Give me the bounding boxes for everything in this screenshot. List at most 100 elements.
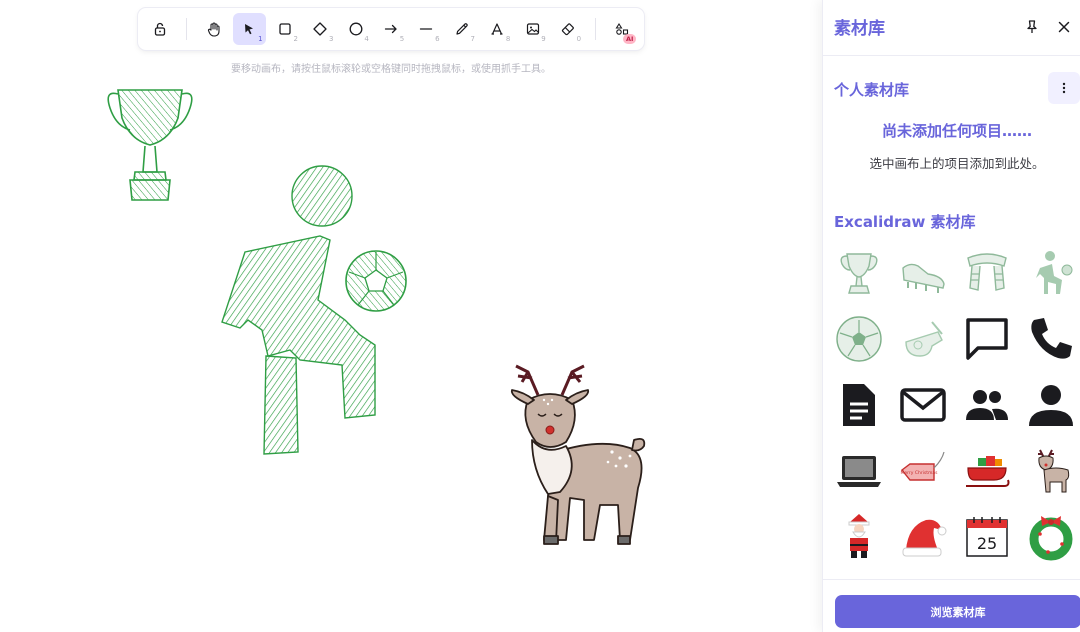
- santa-icon: [848, 514, 870, 558]
- tool-draw[interactable]: 7: [446, 13, 478, 45]
- group-icon: [966, 390, 1008, 420]
- tool-arrow[interactable]: 5: [375, 13, 407, 45]
- pin-icon[interactable]: [1023, 18, 1041, 36]
- library-item-reindeer[interactable]: [1021, 442, 1080, 500]
- library-item-laptop[interactable]: [829, 442, 889, 500]
- tool-image[interactable]: 9: [516, 13, 548, 45]
- tool-hand[interactable]: [198, 13, 230, 45]
- phone-icon: [1031, 318, 1072, 359]
- library-item-mail[interactable]: [893, 376, 953, 434]
- library-item-trophy[interactable]: [829, 244, 889, 302]
- sidebar-title: 素材库: [834, 19, 885, 39]
- library-item-group[interactable]: [957, 376, 1017, 434]
- canvas-hint: 要移动画布，请按住鼠标滚轮或空格键同时拖拽鼠标，或使用抓手工具。: [231, 64, 551, 75]
- eraser-icon: [561, 23, 574, 36]
- ai-badge: AI: [623, 34, 637, 44]
- canvas-soccer-ball: [345, 250, 407, 312]
- shortcut-key: 6: [435, 35, 440, 43]
- library-item-calendar[interactable]: 25: [957, 508, 1017, 566]
- pointer-icon: [245, 24, 254, 35]
- browse-libraries-button[interactable]: 浏览素材库: [835, 595, 1080, 628]
- pencil-icon: [456, 23, 468, 35]
- tool-eraser[interactable]: 0: [552, 13, 584, 45]
- library-sidebar: 素材库 个人素材库 尚未添加任何项目…… 选中画布上的项目添加到此处。 Exca…: [822, 0, 1080, 632]
- library-item-santa[interactable]: [829, 508, 889, 566]
- whistle-icon: [905, 321, 943, 357]
- library-item-gift-tag[interactable]: Merry Christmas: [893, 442, 953, 500]
- trophy-icon: [840, 253, 878, 294]
- shortcut-key: 0: [576, 35, 582, 43]
- calendar-icon: 25: [966, 517, 1008, 557]
- more-vertical-icon: [1062, 82, 1066, 94]
- library-item-soccer-player[interactable]: [1021, 244, 1080, 302]
- soccer-player-icon: [1036, 251, 1073, 294]
- close-icon[interactable]: [1055, 18, 1073, 36]
- soccer-ball-icon: [836, 316, 882, 362]
- tool-line[interactable]: 6: [410, 13, 442, 45]
- canvas-soccer-player: [221, 165, 376, 455]
- shortcut-key: 1: [258, 35, 263, 43]
- canvas-trophy: [107, 89, 193, 201]
- unlock-icon: [154, 22, 165, 36]
- tool-lock[interactable]: [144, 13, 176, 45]
- shortcut-key: 9: [541, 35, 546, 43]
- drawing-canvas[interactable]: 1 2 3 4 5 6 7 8 9 0 AI 要移动画布，请按住鼠标滚轮或空格键…: [0, 0, 822, 632]
- library-menu-button[interactable]: [1048, 72, 1080, 104]
- library-item-santa-hat[interactable]: [893, 508, 953, 566]
- gift-tag-label: Merry Christmas: [900, 470, 938, 476]
- scarf-icon: [967, 253, 1007, 291]
- canvas-scene: [107, 89, 646, 545]
- library-item-phone[interactable]: [1021, 310, 1080, 368]
- arrow-right-icon: [384, 24, 397, 34]
- excalidraw-library-heading: Excalidraw 素材库: [834, 213, 976, 231]
- library-item-soccer-ball[interactable]: [829, 310, 889, 368]
- shortcut-key: 3: [328, 35, 334, 43]
- wreath-icon: [1029, 516, 1073, 561]
- toolbar-divider: [186, 18, 188, 40]
- mail-icon: [900, 388, 946, 422]
- main-toolbar: 1 2 3 4 5 6 7 8 9 0 AI: [138, 8, 644, 50]
- line-icon: [420, 28, 433, 30]
- circle-icon: [349, 22, 363, 36]
- sidebar-header: 素材库: [823, 0, 1080, 56]
- tool-more[interactable]: AI: [606, 13, 638, 45]
- laptop-icon: [837, 456, 881, 487]
- library-item-document[interactable]: [829, 376, 889, 434]
- tool-diamond[interactable]: 3: [304, 13, 336, 45]
- tool-text[interactable]: 8: [481, 13, 513, 45]
- rectangle-icon: [279, 23, 291, 35]
- library-grid: Merry Christmas 25: [829, 240, 1080, 580]
- document-icon: [843, 384, 875, 426]
- library-item-soccer-shoe[interactable]: [893, 244, 953, 302]
- chat-bubble-icon: [966, 318, 1008, 360]
- calendar-day: 25: [977, 534, 997, 553]
- library-item-wreath[interactable]: [1021, 508, 1080, 566]
- library-item-user[interactable]: [1021, 376, 1080, 434]
- user-icon: [1029, 385, 1073, 426]
- gift-tag-icon: Merry Christmas: [900, 451, 945, 481]
- tool-ellipse[interactable]: 4: [339, 13, 371, 45]
- library-item-scarf[interactable]: [957, 244, 1017, 302]
- shortcut-key: 7: [470, 35, 475, 43]
- santa-hat-icon: [902, 519, 947, 557]
- toolbar-divider: [594, 18, 596, 40]
- reindeer-icon: [1038, 449, 1070, 493]
- sidebar-footer-divider: [823, 579, 1080, 580]
- empty-library-subtitle: 选中画布上的项目添加到此处。: [869, 156, 1045, 171]
- tool-rectangle[interactable]: 2: [269, 13, 301, 45]
- canvas-reindeer: [510, 364, 646, 545]
- image-icon: [526, 23, 539, 35]
- shortcut-key: 2: [293, 35, 299, 43]
- library-item-whistle[interactable]: [893, 310, 953, 368]
- shortcut-key: 4: [364, 35, 369, 43]
- text-icon: [491, 23, 503, 35]
- library-item-sleigh[interactable]: [957, 442, 1017, 500]
- shortcut-key: 5: [399, 35, 405, 43]
- empty-library-title: 尚未添加任何项目……: [881, 122, 1032, 140]
- hand-icon: [207, 22, 220, 37]
- library-item-chat[interactable]: [957, 310, 1017, 368]
- sleigh-icon: [966, 456, 1010, 487]
- personal-library-heading: 个人素材库: [834, 81, 910, 99]
- tool-selection[interactable]: 1: [233, 13, 266, 45]
- shortcut-key: 8: [505, 35, 511, 43]
